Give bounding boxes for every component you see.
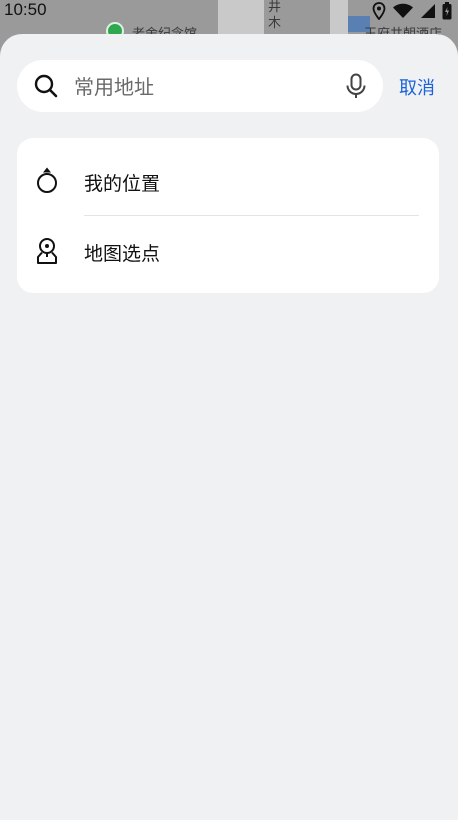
search-bar[interactable] — [17, 60, 383, 112]
location-options-card: 我的位置 地图选点 — [17, 138, 439, 293]
search-icon — [34, 74, 58, 98]
status-time: 10:50 — [4, 0, 47, 19]
wifi-icon — [392, 3, 414, 24]
battery-icon — [442, 2, 452, 25]
my-location-icon — [34, 166, 60, 194]
map-pick-point-icon — [34, 237, 60, 265]
option-label: 我的位置 — [84, 173, 161, 195]
option-label: 地图选点 — [84, 243, 161, 265]
status-bar: 10:50 — [0, 0, 458, 22]
location-icon — [372, 2, 386, 25]
address-picker-sheet: 取消 我的位置 地图选点 — [0, 34, 458, 820]
microphone-icon[interactable] — [344, 73, 368, 99]
search-input[interactable] — [72, 72, 336, 102]
signal-icon — [420, 3, 436, 24]
option-pick-on-map[interactable]: 地图选点 — [17, 216, 439, 286]
option-my-location[interactable]: 我的位置 — [17, 146, 439, 216]
cancel-button[interactable]: 取消 — [399, 74, 435, 100]
